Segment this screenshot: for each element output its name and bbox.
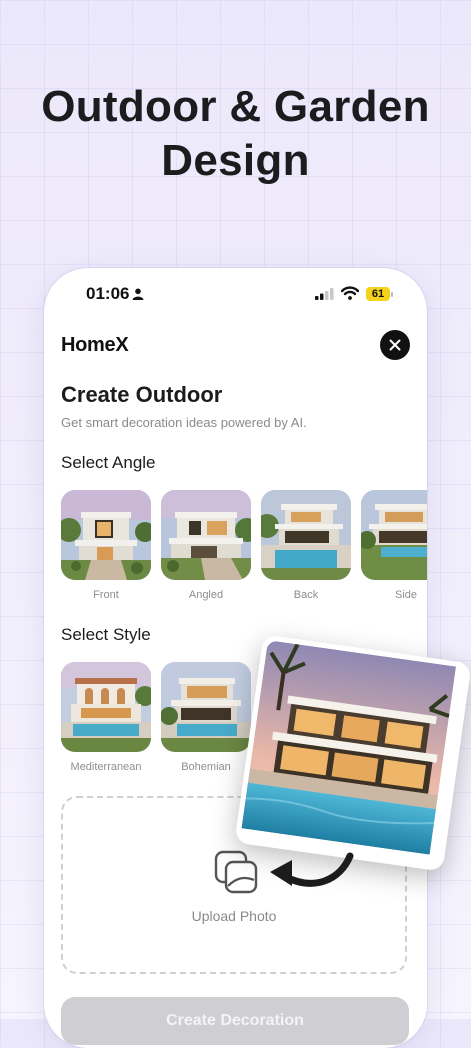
page-subtitle: Get smart decoration ideas powered by AI… [61, 415, 307, 430]
person-icon [132, 288, 144, 300]
angle-option-back[interactable]: Back [261, 490, 351, 601]
wifi-icon [341, 286, 359, 300]
style-option-bohemian[interactable]: Bohemian [161, 662, 251, 773]
page-title: Create Outdoor [61, 382, 223, 407]
app-name: HomeX [61, 334, 129, 356]
angled-house-image [161, 490, 251, 580]
side-house-image [361, 490, 427, 580]
style-label-bohemian: Bohemian [181, 761, 231, 773]
style-label-mediterranean: Mediterranean [70, 761, 142, 773]
close-icon [389, 339, 401, 351]
angle-label-front: Front [93, 589, 119, 601]
headline-line-1: Outdoor & Garden [41, 82, 430, 131]
close-button[interactable] [380, 330, 410, 360]
battery-icon: 61 [366, 287, 390, 301]
angle-option-angled[interactable]: Angled [161, 490, 251, 601]
bohemian-house-image [161, 662, 251, 752]
angle-options: Front Angled Back Side [61, 490, 427, 601]
angle-label-side: Side [394, 589, 418, 601]
style-options: Mediterranean Bohemian [61, 662, 251, 773]
status-time: 01:06 [86, 284, 130, 303]
marketing-headline: Outdoor & Garden Design [0, 80, 471, 188]
select-angle-heading: Select Angle [61, 453, 156, 472]
angle-option-side[interactable]: Side [361, 490, 427, 601]
status-bar: 01:06 61 [44, 284, 427, 306]
style-option-mediterranean[interactable]: Mediterranean [61, 662, 151, 773]
upload-photo-label: Upload Photo [191, 908, 277, 924]
photo-stack-icon [214, 850, 258, 894]
front-house-image [61, 490, 151, 580]
angle-label-angled: Angled [188, 589, 224, 601]
cellular-signal-icon [315, 288, 334, 300]
featured-house-photo [234, 634, 471, 872]
back-house-image [261, 490, 351, 580]
angle-option-front[interactable]: Front [61, 490, 151, 601]
battery-tip [391, 292, 393, 297]
curved-arrow-icon [270, 852, 354, 887]
angle-label-back: Back [293, 589, 319, 601]
create-decoration-button[interactable]: Create Decoration [61, 997, 409, 1045]
select-style-heading: Select Style [61, 625, 151, 644]
modern-villa-pool-image [241, 640, 457, 855]
headline-line-2: Design [161, 136, 310, 185]
mediterranean-house-image [61, 662, 151, 752]
